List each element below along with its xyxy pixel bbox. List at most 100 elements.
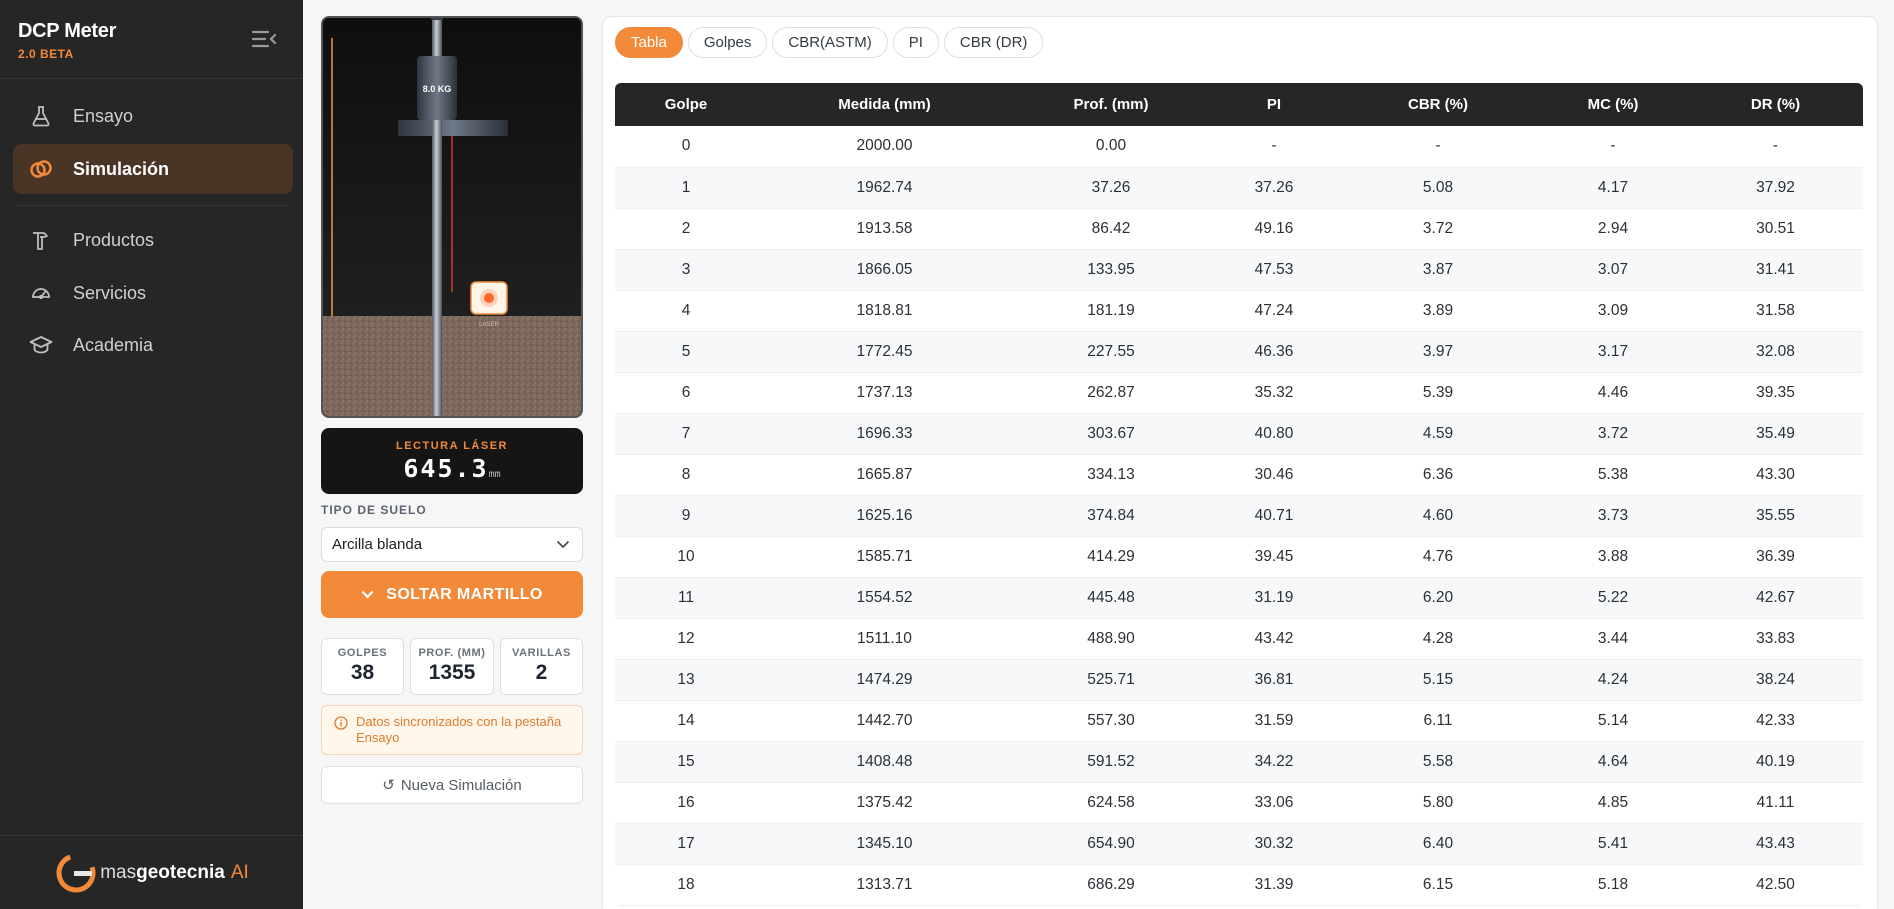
table-cell: 16 bbox=[615, 782, 757, 824]
table-cell: 35.32 bbox=[1210, 372, 1338, 414]
table-cell: 2000.00 bbox=[757, 126, 1012, 168]
logo-bold: geotecnia bbox=[136, 861, 225, 883]
table-cell: 36.81 bbox=[1210, 659, 1338, 701]
sidebar: DCP Meter 2.0 BETA Ensayo Simulación Pro… bbox=[0, 0, 303, 909]
table-cell: 181.19 bbox=[1012, 290, 1210, 332]
table-cell: 42.50 bbox=[1688, 864, 1863, 906]
table-cell: 1818.81 bbox=[757, 290, 1012, 332]
divider bbox=[14, 205, 289, 206]
collapse-sidebar-button[interactable] bbox=[250, 28, 278, 50]
table-row: 9 1625.16 374.84 40.71 4.60 3.73 35.55 bbox=[615, 495, 1863, 537]
view-tabs: Tabla Golpes CBR(ASTM) PI CBR (DR) bbox=[615, 27, 1048, 58]
sidebar-item-label: Productos bbox=[73, 229, 155, 250]
table-cell: 3.87 bbox=[1338, 249, 1538, 291]
tab-cbr-dr[interactable]: CBR (DR) bbox=[943, 27, 1044, 58]
table-cell: 0.00 bbox=[1012, 126, 1210, 168]
table-cell: 43.30 bbox=[1688, 454, 1863, 496]
chevron-down-icon bbox=[556, 540, 570, 549]
table-cell: 33.06 bbox=[1210, 782, 1338, 824]
table-cell: 1696.33 bbox=[757, 413, 1012, 455]
sync-notice: Datos sincronizados con la pestaña Ensay… bbox=[321, 705, 583, 755]
tab-cbr-astm[interactable]: CBR(ASTM) bbox=[772, 27, 888, 58]
table-cell: 86.42 bbox=[1012, 208, 1210, 250]
column-header: PI bbox=[1266, 96, 1282, 113]
table-cell: 5.22 bbox=[1538, 577, 1688, 619]
column-header: CBR (%) bbox=[1408, 96, 1468, 113]
table-cell: 31.59 bbox=[1210, 700, 1338, 742]
blows-stat: GOLPES 38 bbox=[321, 638, 404, 695]
table-cell: 7 bbox=[615, 413, 757, 455]
new-simulation-button[interactable]: ↺ Nueva Simulación bbox=[321, 766, 583, 804]
sidebar-item-ensayo[interactable]: Ensayo bbox=[13, 91, 293, 141]
sidebar-item-servicios[interactable]: Servicios bbox=[13, 268, 293, 318]
table-cell: 2 bbox=[615, 208, 757, 250]
table-cell: 3.07 bbox=[1538, 249, 1688, 291]
table-row: 11 1554.52 445.48 31.19 6.20 5.22 42.67 bbox=[615, 577, 1863, 619]
table-cell: 488.90 bbox=[1012, 618, 1210, 660]
table-cell: 15 bbox=[615, 741, 757, 783]
table-cell: 3.17 bbox=[1538, 331, 1688, 373]
divider bbox=[0, 78, 303, 79]
table-cell: 6.20 bbox=[1338, 577, 1538, 619]
table-cell: 5.18 bbox=[1538, 864, 1688, 906]
table-cell: 4.64 bbox=[1538, 741, 1688, 783]
tab-golpes[interactable]: Golpes bbox=[687, 27, 768, 58]
table-cell: 5.14 bbox=[1538, 700, 1688, 742]
column-header: Medida (mm) bbox=[838, 96, 931, 113]
table-cell: 4.76 bbox=[1338, 536, 1538, 578]
table-cell: 41.11 bbox=[1688, 782, 1863, 824]
table-cell: 557.30 bbox=[1012, 700, 1210, 742]
logo-mark-icon bbox=[56, 853, 96, 892]
table-cell: 374.84 bbox=[1012, 495, 1210, 537]
table-cell: 3.72 bbox=[1538, 413, 1688, 455]
table-cell: 3.88 bbox=[1538, 536, 1688, 578]
tab-tabla[interactable]: Tabla bbox=[615, 27, 683, 58]
table-cell: 1 bbox=[615, 167, 757, 209]
table-cell: - bbox=[1338, 126, 1538, 168]
table-body: 0 2000.00 0.00- - - -1 1962.74 37.26 37.26 5.08 4.… bbox=[615, 126, 1863, 906]
soil-type-select[interactable]: Arcilla blanda bbox=[321, 527, 583, 562]
table-cell: 5.38 bbox=[1538, 454, 1688, 496]
table-cell: 1665.87 bbox=[757, 454, 1012, 496]
table-cell: 1772.45 bbox=[757, 331, 1012, 373]
table-row: 16 1375.42 624.58 33.06 5.80 4.85 41.11 bbox=[615, 782, 1863, 824]
drop-hammer-button[interactable]: SOLTAR MARTILLO bbox=[321, 571, 583, 618]
soil-type-value: Arcilla blanda bbox=[332, 536, 423, 553]
company-logo[interactable]: mas geotecnia AI bbox=[54, 851, 249, 895]
laser-reading-value: 645.3 bbox=[403, 454, 489, 483]
column-header: Golpe bbox=[664, 96, 708, 113]
table-cell: 525.71 bbox=[1012, 659, 1210, 701]
table-cell: 40.71 bbox=[1210, 495, 1338, 537]
laser-reading-value-row: 645.3mm bbox=[321, 454, 583, 483]
table-cell: - bbox=[1688, 126, 1863, 168]
table-row: 13 1474.29 525.71 36.81 5.15 4.24 38.24 bbox=[615, 659, 1863, 701]
tab-pi[interactable]: PI bbox=[892, 27, 939, 58]
table-cell: 3.73 bbox=[1538, 495, 1688, 537]
sidebar-item-academia[interactable]: Academia bbox=[13, 320, 293, 370]
table-cell: 5 bbox=[615, 331, 757, 373]
sync-notice-text: Datos sincronizados con la pestaña Ensay… bbox=[356, 714, 562, 745]
table-row: 12 1511.10 488.90 43.42 4.28 3.44 33.83 bbox=[615, 618, 1863, 660]
table-cell: 33.83 bbox=[1688, 618, 1863, 660]
table-cell: 6 bbox=[615, 372, 757, 414]
table-cell: 32.08 bbox=[1688, 331, 1863, 373]
table-cell: 414.29 bbox=[1012, 536, 1210, 578]
laser-sensor-label: LASER bbox=[479, 322, 499, 328]
table-cell: 4.24 bbox=[1538, 659, 1688, 701]
table-cell: 31.58 bbox=[1688, 290, 1863, 332]
dcp-simulation-canvas: 8.0 KG LASER bbox=[323, 18, 581, 416]
sidebar-item-simulacion[interactable]: Simulación bbox=[13, 144, 293, 194]
table-row: 1 1962.74 37.26 37.26 5.08 4.17 37.92 bbox=[615, 167, 1863, 209]
hammer-weight-label: 8.0 KG bbox=[423, 84, 452, 94]
table-cell: 1442.70 bbox=[757, 700, 1012, 742]
table-cell: 40.80 bbox=[1210, 413, 1338, 455]
depth-label: PROF. (MM) bbox=[418, 647, 486, 659]
gauge-icon bbox=[29, 281, 53, 305]
table-cell: 35.49 bbox=[1688, 413, 1863, 455]
table-cell: 3.89 bbox=[1338, 290, 1538, 332]
table-cell: 39.35 bbox=[1688, 372, 1863, 414]
table-cell: 6.15 bbox=[1338, 864, 1538, 906]
sidebar-item-productos[interactable]: Productos bbox=[13, 215, 293, 265]
table-cell: 1474.29 bbox=[757, 659, 1012, 701]
table-cell: 624.58 bbox=[1012, 782, 1210, 824]
